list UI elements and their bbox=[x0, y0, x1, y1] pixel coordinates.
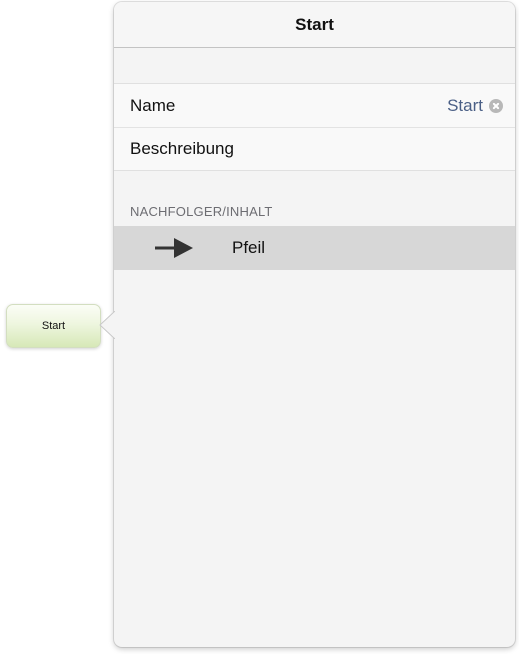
popover-navbar: Start bbox=[114, 2, 515, 48]
diagram-node-start[interactable]: Start bbox=[6, 304, 101, 348]
name-row[interactable]: Name Start bbox=[114, 84, 515, 127]
name-label: Name bbox=[130, 95, 176, 115]
popover-arrow bbox=[99, 311, 115, 339]
name-field[interactable]: Start bbox=[447, 96, 483, 116]
clear-icon[interactable] bbox=[489, 98, 503, 113]
successor-item-label: Pfeil bbox=[232, 238, 266, 257]
successor-item-pfeil[interactable]: Pfeil bbox=[114, 226, 515, 270]
canvas: Start Start Name Start Beschreibung NACH… bbox=[0, 0, 519, 654]
successors-section-header: NACHFOLGER/INHALT bbox=[130, 204, 273, 219]
diagram-node-label: Start bbox=[41, 320, 66, 332]
popover-title: Start bbox=[295, 14, 334, 34]
description-label: Beschreibung bbox=[130, 138, 234, 158]
properties-group: Name Start Beschreibung bbox=[114, 83, 515, 171]
description-row[interactable]: Beschreibung bbox=[114, 127, 515, 170]
properties-popover: Start Name Start Beschreibung NACHFOLGER… bbox=[114, 2, 515, 647]
right-arrow-icon bbox=[155, 238, 193, 258]
